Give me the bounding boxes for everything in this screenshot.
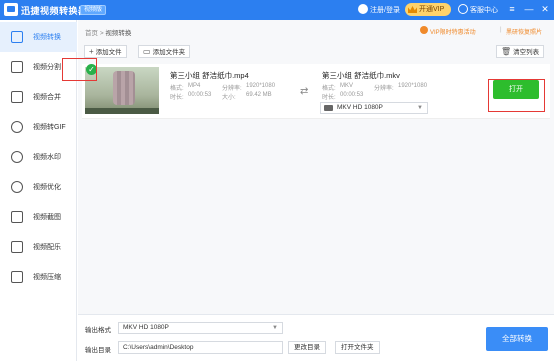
video-thumbnail	[85, 67, 159, 114]
toolbar: + 添加文件 ▭ 添加文件夹 🗑 清空列表	[78, 42, 554, 62]
sidebar-item-label: 视频配乐	[33, 244, 61, 251]
output-format-label: 输出格式	[85, 327, 111, 334]
sidebar-item-watermark[interactable]: 视频水印	[0, 142, 77, 172]
output-dir-label: 输出目录	[85, 347, 111, 354]
convert-all-button[interactable]: 全部转换	[486, 327, 548, 351]
change-dir-button[interactable]: 更改目录	[288, 341, 326, 354]
vip-button[interactable]: 开通VIP	[405, 3, 451, 16]
add-folder-button[interactable]: ▭ 添加文件夹	[138, 45, 191, 58]
breadcrumb-current: 视频转换	[105, 30, 132, 37]
sidebar-item-label: 视频截图	[33, 214, 61, 221]
source-resolution-label: 分辨率:	[222, 86, 242, 92]
source-duration: 00:00:53	[188, 92, 212, 98]
target-duration-label: 时长:	[322, 95, 336, 101]
user-icon[interactable]	[358, 4, 368, 14]
blurred-face	[113, 71, 135, 105]
main-panel: 首页 > 视频转换 VIP限时特惠活动 | 黑研恢复照片 + 添加文件 ▭ 添加文件…	[78, 20, 554, 361]
sidebar-item-optimize[interactable]: 视频优化	[0, 172, 77, 202]
bottom-bar: 输出格式 MKV HD 1080P ▼ 输出目录 C:\Users\admin\…	[78, 314, 554, 361]
sidebar-item-label: 视频合并	[33, 94, 61, 101]
close-icon[interactable]: ✕	[539, 3, 551, 15]
sidebar-item-compress[interactable]: 视频压缩	[0, 262, 77, 292]
tip-separator: |	[500, 27, 502, 33]
open-folder-button[interactable]: 打开文件夹	[335, 341, 380, 354]
target-duration: 00:00:53	[340, 92, 364, 98]
sidebar: 视频转换 视频分割 视频合并 视频转GIF 视频水印 视频优化 视频截图 视频配…	[0, 20, 77, 361]
title-bar: 迅捷视频转换器 视频版 注册/登录 开通VIP 客服中心 ≡ — ✕	[0, 0, 554, 20]
vip-promo-link[interactable]: VIP限时特惠活动	[430, 27, 476, 36]
sidebar-item-label: 视频水印	[33, 154, 61, 161]
target-format: MKV	[340, 83, 354, 89]
split-icon	[11, 61, 23, 73]
optimize-icon	[11, 181, 23, 193]
breadcrumb-separator: >	[99, 30, 104, 37]
open-button[interactable]: 打开	[493, 80, 539, 99]
video-format-icon	[324, 105, 333, 111]
target-format-select[interactable]: MKV HD 1080P ▼	[320, 102, 428, 114]
plus-icon: +	[89, 47, 94, 56]
source-duration-label: 时长:	[170, 95, 184, 101]
list-item: ✓ 第三小组 舒洁纸巾.mp4 格式: MP4 分辨率: 1920*1080 时…	[82, 64, 550, 119]
chevron-down-icon: ▼	[272, 325, 278, 331]
source-size: 69.42 MB	[246, 92, 272, 98]
output-format-select[interactable]: MKV HD 1080P ▼	[118, 322, 283, 334]
folder-icon: ▭	[143, 47, 151, 56]
output-dir-field[interactable]: C:\Users\admin\Desktop	[118, 341, 283, 354]
add-file-label: 添加文件	[95, 49, 122, 56]
menu-icon[interactable]: ≡	[506, 3, 518, 15]
sidebar-item-label: 视频分割	[33, 64, 61, 71]
chevron-down-icon: ▼	[417, 105, 423, 111]
sidebar-item-music[interactable]: 视频配乐	[0, 232, 77, 262]
convert-arrow-icon: ⇄	[300, 86, 309, 97]
source-format-label: 格式:	[170, 86, 184, 92]
sidebar-item-merge[interactable]: 视频合并	[0, 82, 77, 112]
thumbnail-footer	[85, 108, 159, 114]
help-center-link[interactable]: 客服中心	[470, 5, 498, 15]
sidebar-item-label: 视频压缩	[33, 274, 61, 281]
check-icon[interactable]: ✓	[86, 64, 97, 75]
target-format-label: 格式:	[322, 86, 336, 92]
source-file-name: 第三小组 舒洁纸巾.mp4	[170, 71, 249, 80]
sidebar-item-split[interactable]: 视频分割	[0, 52, 77, 82]
target-resolution-label: 分辨率:	[374, 86, 394, 92]
source-size-label: 大小:	[222, 95, 236, 101]
sidebar-item-gif[interactable]: 视频转GIF	[0, 112, 77, 142]
clear-list-button[interactable]: 🗑 清空列表	[496, 45, 545, 58]
add-file-button[interactable]: + 添加文件	[84, 45, 127, 58]
sidebar-item-screenshot[interactable]: 视频截图	[0, 202, 77, 232]
version-badge: 视频版	[80, 5, 107, 15]
sidebar-item-label: 视频优化	[33, 184, 61, 191]
add-folder-label: 添加文件夹	[152, 49, 186, 56]
merge-icon	[11, 91, 23, 103]
target-format-value: MKV HD 1080P	[337, 104, 383, 111]
output-format-value: MKV HD 1080P	[123, 324, 169, 331]
compress-icon	[11, 271, 23, 283]
breadcrumb-home[interactable]: 首页	[85, 30, 98, 37]
vip-button-label: 开通VIP	[419, 6, 445, 13]
trash-icon: 🗑	[501, 47, 512, 56]
target-resolution: 1920*1080	[398, 83, 428, 89]
target-file-name: 第三小组 舒洁纸巾.mkv	[322, 71, 400, 80]
sidebar-item-label: 视频转GIF	[33, 124, 66, 131]
source-format: MP4	[188, 83, 201, 89]
app-logo-icon	[4, 3, 18, 16]
sidebar-item-convert[interactable]: 视频转换	[0, 22, 77, 52]
convert-icon	[11, 31, 23, 43]
restore-photo-link[interactable]: 黑研恢复照片	[506, 27, 542, 36]
music-icon	[11, 241, 23, 253]
breadcrumb: 首页 > 视频转换	[85, 27, 131, 37]
watermark-icon	[11, 151, 23, 163]
help-icon[interactable]	[458, 4, 468, 14]
screenshot-icon	[11, 211, 23, 223]
promo-icon	[420, 26, 428, 34]
clear-list-label: 清空列表	[513, 49, 540, 56]
app-title: 迅捷视频转换器	[21, 6, 88, 16]
crown-icon	[408, 6, 417, 13]
minimize-icon[interactable]: —	[523, 3, 535, 15]
source-resolution: 1920*1080	[246, 83, 276, 89]
sidebar-item-label: 视频转换	[33, 34, 61, 41]
login-link[interactable]: 注册/登录	[370, 5, 400, 15]
gif-icon	[11, 121, 23, 133]
